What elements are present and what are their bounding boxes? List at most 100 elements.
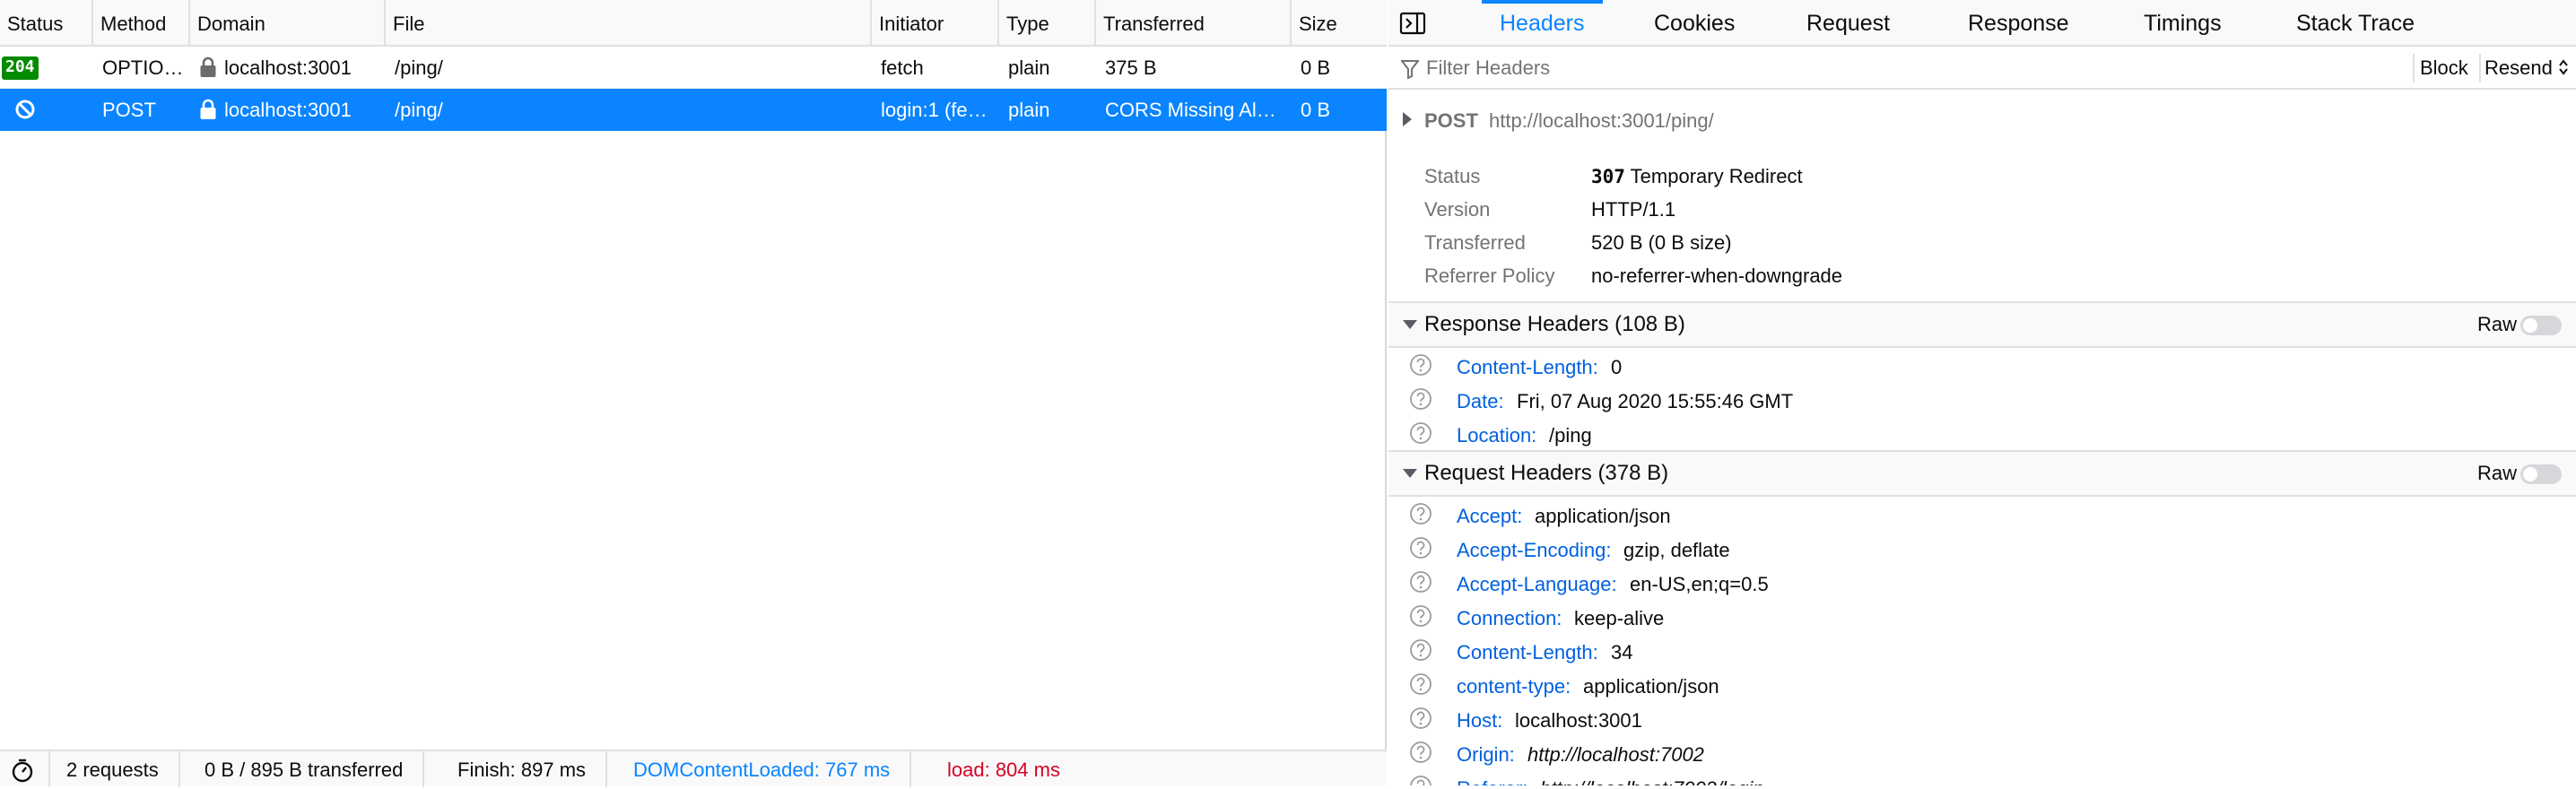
column-header-size[interactable]: Size [1292, 0, 1387, 47]
header-value: application/json [1583, 675, 1719, 698]
header-name: Date: [1457, 390, 1504, 412]
tab-headers[interactable]: Headers [1482, 0, 1602, 47]
filter-headers-input[interactable] [1424, 52, 2429, 84]
domain-text: localhost:3001 [224, 56, 352, 79]
column-header-domain[interactable]: Domain [190, 0, 386, 47]
header-name: content-type: [1457, 675, 1571, 698]
header-row[interactable]: Origin: http://localhost:7002 [1388, 738, 2576, 772]
header-name: Referer: [1457, 772, 1527, 785]
divider [2479, 54, 2481, 82]
header-row[interactable]: content-type: application/json [1388, 670, 2576, 704]
response-headers-section-header[interactable]: Response Headers (108 B) Raw [1388, 301, 2576, 348]
lock-icon [200, 56, 216, 78]
tab-timings[interactable]: Timings [2144, 0, 2222, 47]
method-cell: POST [102, 99, 156, 121]
referrer-policy-label: Referrer Policy [1424, 264, 1555, 287]
raw-label: Raw [2476, 462, 2517, 484]
help-icon[interactable] [1408, 569, 1433, 594]
header-row[interactable]: Connection: keep-alive [1388, 602, 2576, 636]
header-name: Origin: [1457, 743, 1515, 766]
header-row[interactable]: Content-Length: 0 [1388, 351, 2576, 385]
collapse-triangle-icon [1403, 320, 1417, 329]
column-header-file[interactable]: File [386, 0, 872, 47]
request-headers-section-header[interactable]: Request Headers (378 B) Raw [1388, 450, 2576, 497]
help-icon[interactable] [1408, 603, 1433, 629]
raw-label: Raw [2476, 313, 2517, 335]
file-cell: /ping/ [395, 56, 443, 79]
header-row[interactable]: Location: /ping [1388, 419, 2576, 453]
table-row-selected[interactable]: POST localhost:3001 /ping/ login:1 (fe… … [0, 89, 1387, 131]
header-row[interactable]: Date: Fri, 07 Aug 2020 15:55:46 GMT [1388, 385, 2576, 419]
domcontentloaded-time: DOMContentLoaded: 767 ms [617, 751, 912, 787]
column-header-method[interactable]: Method [93, 0, 190, 47]
raw-toggle[interactable] [2520, 464, 2562, 484]
header-value: 34 [1611, 641, 1633, 663]
request-summary: POST http://localhost:3001/ping/ Status … [1388, 90, 2576, 301]
header-name: Content-Length: [1457, 641, 1598, 663]
table-row[interactable]: 204 OPTIO… localhost:3001 /ping/ fetch p… [0, 47, 1387, 89]
header-row[interactable]: Host: localhost:3001 [1388, 704, 2576, 738]
expand-triangle-icon[interactable] [1403, 112, 1412, 126]
header-name: Content-Length: [1457, 356, 1598, 378]
method-cell: OPTIO… [102, 56, 184, 79]
column-header-status[interactable]: Status [0, 0, 93, 47]
request-url[interactable]: http://localhost:3001/ping/ [1489, 109, 1714, 133]
header-row[interactable]: Content-Length: 34 [1388, 636, 2576, 670]
header-value: Fri, 07 Aug 2020 15:55:46 GMT [1517, 390, 1794, 412]
column-header-transferred[interactable]: Transferred [1096, 0, 1292, 47]
help-icon[interactable] [1408, 535, 1433, 560]
help-icon[interactable] [1408, 386, 1433, 412]
header-row[interactable]: Accept-Language: en-US,en;q=0.5 [1388, 568, 2576, 602]
tab-stack-trace[interactable]: Stack Trace [2296, 0, 2415, 47]
transferred-label: Transferred [1424, 231, 1526, 254]
performance-button[interactable] [0, 751, 50, 787]
version-label: Version [1424, 198, 1491, 221]
transferred-cell: CORS Missing Al… [1105, 99, 1276, 121]
request-table-header: Status Method Domain File Initiator Type… [0, 0, 1387, 47]
header-name: Host: [1457, 709, 1503, 732]
request-details-panel: Headers Cookies Request Response Timings… [1388, 0, 2576, 785]
request-headers-title: Request Headers (378 B) [1424, 461, 1669, 485]
tab-cookies[interactable]: Cookies [1654, 0, 1735, 47]
header-row[interactable]: Referer: http://localhost:7002/login [1388, 772, 2576, 785]
help-icon[interactable] [1408, 637, 1433, 663]
response-headers-title: Response Headers (108 B) [1424, 312, 1685, 336]
header-row[interactable]: Accept-Encoding: gzip, deflate [1388, 533, 2576, 568]
header-value: en-US,en;q=0.5 [1630, 573, 1769, 595]
type-cell: plain [1008, 56, 1050, 79]
version-value: HTTP/1.1 [1591, 198, 1676, 221]
help-icon[interactable] [1408, 672, 1433, 697]
header-row[interactable]: Accept: application/json [1388, 499, 2576, 533]
transferred-cell: 375 B [1105, 56, 1157, 79]
help-icon[interactable] [1408, 501, 1433, 526]
request-method: POST [1424, 109, 1478, 132]
request-count: 2 requests [50, 751, 180, 787]
header-value: /ping [1549, 424, 1592, 447]
help-icon[interactable] [1408, 706, 1433, 731]
stopwatch-icon [12, 759, 33, 783]
filter-toolbar: Block Resend [1388, 47, 2576, 90]
resend-label: Resend [2485, 56, 2553, 79]
help-icon[interactable] [1408, 774, 1433, 785]
block-button[interactable]: Block [2420, 47, 2468, 90]
header-value: keep-alive [1574, 607, 1665, 629]
transferred-value: 520 B (0 B size) [1591, 231, 1732, 254]
size-cell: 0 B [1301, 99, 1331, 121]
initiator-cell: fetch [881, 56, 924, 79]
help-icon[interactable] [1408, 352, 1433, 377]
blocked-icon [15, 100, 35, 119]
resend-button[interactable]: Resend [2485, 47, 2569, 90]
tab-response[interactable]: Response [1968, 0, 2069, 47]
network-summary-bar: 2 requests 0 B / 895 B transferred Finis… [0, 750, 1387, 787]
tab-request[interactable]: Request [1806, 0, 1890, 47]
help-icon[interactable] [1408, 740, 1433, 765]
toggle-sidebar-icon[interactable] [1399, 10, 1426, 37]
help-icon[interactable] [1408, 421, 1433, 446]
lock-icon [200, 99, 216, 120]
raw-toggle[interactable] [2520, 316, 2562, 335]
status-badge: 204 [2, 56, 39, 80]
column-header-type[interactable]: Type [999, 0, 1096, 47]
header-name: Location: [1457, 424, 1537, 447]
column-header-initiator[interactable]: Initiator [872, 0, 999, 47]
domain-text: localhost:3001 [224, 99, 352, 121]
